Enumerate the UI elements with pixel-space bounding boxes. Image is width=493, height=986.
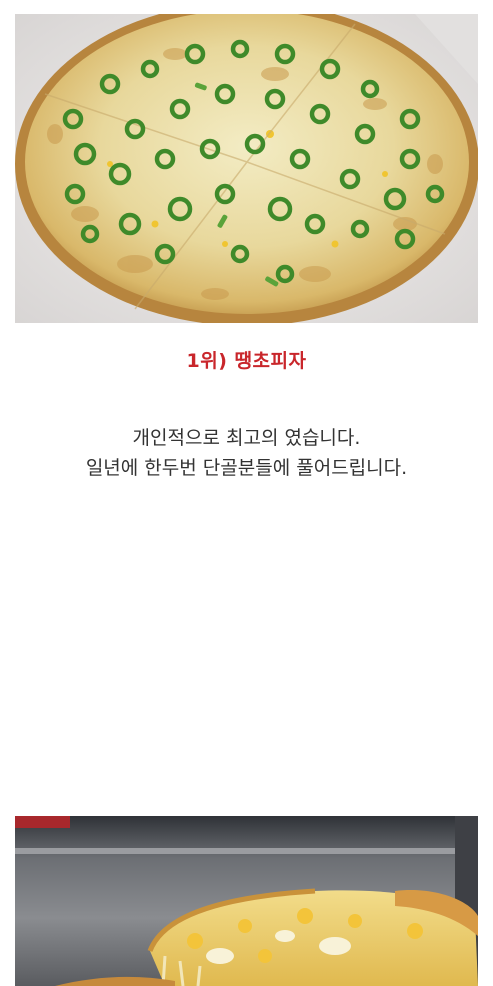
pizza-slice-image — [15, 816, 478, 986]
caption: 개인적으로 최고의 였습니다. 일년에 한두번 단골분들에 풀어드립니다. — [0, 423, 493, 483]
caption-line: 일년에 한두번 단골분들에 풀어드립니다. — [85, 457, 408, 479]
pizza-photo-top — [15, 14, 478, 323]
pizza-photo-bottom — [15, 816, 478, 986]
pizza-whole-image — [15, 14, 478, 323]
rank-title: 1위) 땡초피자 — [186, 350, 307, 372]
caption-line: 개인적으로 최고의 였습니다. — [132, 427, 361, 449]
